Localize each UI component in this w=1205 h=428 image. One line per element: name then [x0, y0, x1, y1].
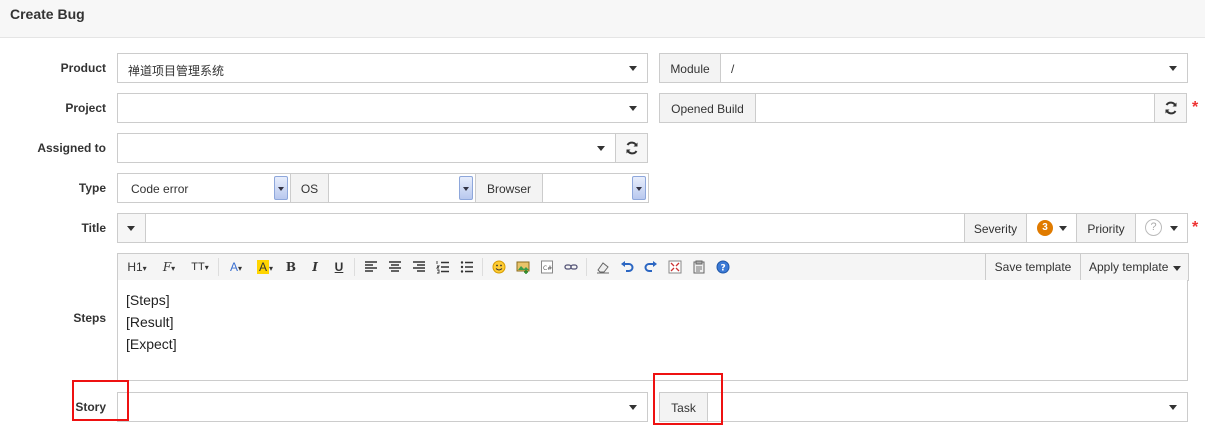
svg-text:?: ?	[721, 264, 726, 274]
apply-template-button[interactable]: Apply template	[1080, 253, 1189, 281]
module-value: /	[731, 62, 735, 76]
emoticon-icon[interactable]	[492, 260, 506, 274]
product-label: Product	[60, 61, 106, 75]
font-size-label: TT	[191, 261, 205, 273]
title-required-marker: *	[1192, 219, 1199, 236]
priority-label: Priority	[1076, 213, 1136, 243]
assigned-to-refresh-button[interactable]	[615, 133, 648, 163]
align-right-icon[interactable]	[412, 260, 426, 274]
steps-label: Steps	[73, 311, 106, 325]
font-size-button[interactable]: TT▾	[188, 259, 212, 275]
product-value: 禅道项目管理系统	[128, 64, 225, 78]
paste-icon[interactable]	[692, 260, 706, 274]
os-select[interactable]	[328, 173, 476, 203]
refresh-icon	[1165, 101, 1177, 115]
toolbar-divider	[218, 258, 219, 276]
chevron-down-icon	[1059, 226, 1067, 231]
unordered-list-icon[interactable]	[460, 260, 474, 274]
chevron-down-icon	[629, 66, 637, 71]
story-select[interactable]	[117, 392, 648, 422]
question-icon: ?	[1145, 219, 1162, 236]
chevron-down-icon	[629, 405, 637, 410]
chevron-down-icon	[632, 176, 646, 200]
font-color-button[interactable]: A▾	[226, 259, 246, 275]
font-family-label: F	[162, 260, 172, 274]
link-icon[interactable]	[564, 260, 578, 274]
type-value: Code error	[131, 182, 189, 196]
steps-line: [Steps]	[126, 292, 170, 308]
project-label: Project	[65, 101, 106, 115]
italic-button[interactable]: I	[308, 259, 322, 275]
steps-editor[interactable]: [Steps] [Result] [Expect]	[117, 280, 1188, 381]
browser-label: Browser	[475, 173, 543, 203]
chevron-down-icon	[597, 146, 605, 151]
apply-template-label: Apply template	[1089, 260, 1169, 274]
browser-select[interactable]	[542, 173, 649, 203]
font-color-label: A	[229, 260, 238, 274]
title-color-dropdown[interactable]	[117, 213, 146, 243]
type-select[interactable]: Code error	[117, 173, 291, 203]
product-select[interactable]: 禅道项目管理系统	[117, 53, 648, 83]
module-select[interactable]: /	[720, 53, 1188, 83]
heading-button[interactable]: H1▾	[124, 259, 150, 275]
chevron-down-icon	[1170, 226, 1178, 231]
severity-label: Severity	[964, 213, 1027, 243]
opened-build-required-marker: *	[1192, 99, 1199, 116]
title-input[interactable]	[145, 213, 965, 243]
opened-build-input[interactable]	[755, 93, 1155, 123]
assigned-to-label: Assigned to	[37, 141, 106, 155]
refresh-icon	[626, 141, 638, 155]
caret-down-icon	[127, 226, 135, 231]
severity-select[interactable]: 3	[1026, 213, 1077, 243]
task-select[interactable]	[707, 392, 1188, 422]
task-highlight-box	[653, 373, 723, 425]
expect-line: [Expect]	[126, 336, 177, 352]
opened-build-label: Opened Build	[659, 93, 756, 123]
heading-label: H1	[127, 260, 143, 274]
toolbar-divider	[354, 258, 355, 276]
page-header	[0, 0, 1205, 38]
chevron-down-icon	[1169, 405, 1177, 410]
editor-toolbar: H1▾ F▾ TT▾ A▾ A ▾ B I U C# ? Save templat…	[117, 253, 1189, 281]
background-color-label: A	[256, 260, 269, 274]
chevron-down-icon	[629, 106, 637, 111]
toolbar-divider	[482, 258, 483, 276]
align-left-icon[interactable]	[364, 260, 378, 274]
opened-build-refresh-button[interactable]	[1154, 93, 1187, 123]
os-label: OS	[290, 173, 329, 203]
assigned-to-select[interactable]	[117, 133, 616, 163]
font-family-button[interactable]: F▾	[158, 259, 180, 275]
severity-badge: 3	[1037, 220, 1053, 236]
chevron-down-icon	[1169, 66, 1177, 71]
align-center-icon[interactable]	[388, 260, 402, 274]
eraser-icon[interactable]	[596, 260, 610, 274]
module-label: Module	[659, 53, 721, 83]
chevron-down-icon	[459, 176, 473, 200]
bold-button[interactable]: B	[284, 259, 298, 275]
underline-button[interactable]: U	[332, 259, 346, 275]
code-icon[interactable]: C#	[540, 260, 554, 274]
page-title: Create Bug	[10, 6, 85, 22]
background-color-button[interactable]: A ▾	[254, 259, 276, 275]
story-highlight-box	[72, 380, 129, 421]
chevron-down-icon	[274, 176, 288, 200]
type-label: Type	[78, 181, 106, 195]
project-select[interactable]	[117, 93, 648, 123]
redo-icon[interactable]	[644, 260, 658, 274]
svg-text:C#: C#	[543, 265, 552, 272]
fullscreen-icon[interactable]	[668, 260, 682, 274]
save-template-button[interactable]: Save template	[985, 253, 1081, 281]
result-line: [Result]	[126, 314, 174, 330]
help-icon[interactable]: ?	[716, 260, 730, 274]
ordered-list-icon[interactable]	[436, 260, 450, 274]
caret-down-icon	[1173, 266, 1181, 271]
toolbar-divider	[586, 258, 587, 276]
priority-select[interactable]: ?	[1135, 213, 1188, 243]
undo-icon[interactable]	[620, 260, 634, 274]
insert-image-icon[interactable]	[516, 260, 530, 274]
title-label: Title	[81, 221, 106, 235]
